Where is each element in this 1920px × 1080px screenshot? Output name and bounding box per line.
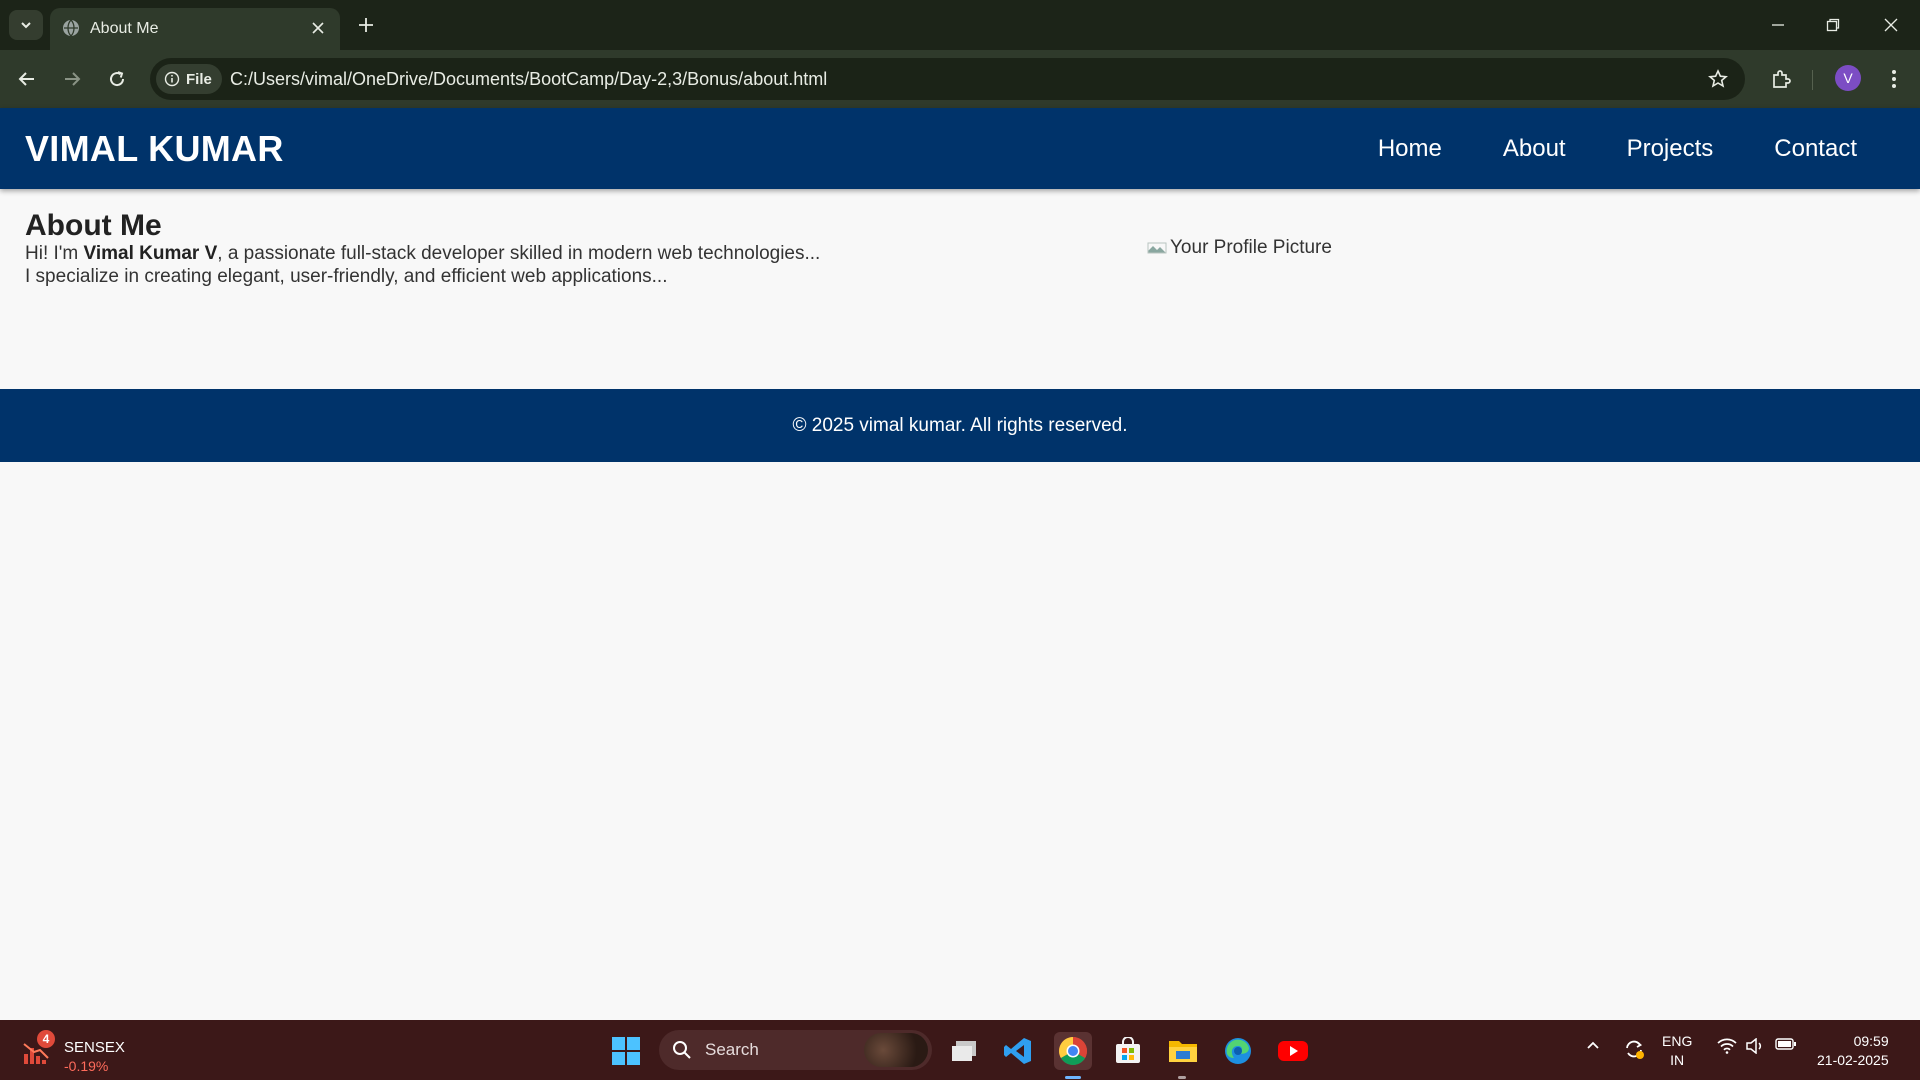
info-icon <box>164 71 180 87</box>
new-tab-button[interactable] <box>354 13 378 37</box>
volume-button[interactable] <box>1744 1038 1766 1054</box>
battery-button[interactable] <box>1774 1038 1798 1050</box>
globe-icon <box>63 19 79 37</box>
search-label: Search <box>705 1040 759 1059</box>
nav-link-about[interactable]: About <box>1503 135 1566 163</box>
tab-strip: About Me <box>0 0 1920 50</box>
close-tab-button[interactable] <box>308 18 328 38</box>
notification-badge: 4 <box>37 1030 55 1048</box>
widget-value: -0.19% <box>64 1058 109 1074</box>
forward-button[interactable] <box>57 64 87 94</box>
extensions-button[interactable] <box>1767 65 1795 93</box>
active-app-indicator <box>1065 1076 1081 1079</box>
about-heading: About Me <box>25 209 162 242</box>
plus-icon <box>359 18 373 32</box>
search-highlight-image <box>864 1033 928 1067</box>
chevron-down-icon <box>21 22 31 29</box>
about-specialty: I specialize in creating elegant, user-f… <box>25 266 668 287</box>
minimize-icon <box>1772 24 1784 26</box>
browser-menu-button[interactable] <box>1880 65 1908 93</box>
active-tab[interactable]: About Me <box>50 8 340 50</box>
taskbar: 4 SENSEX -0.19% Search ENG IN 09:59 21-0… <box>0 1020 1920 1080</box>
youtube-app[interactable] <box>1274 1032 1312 1070</box>
youtube-icon <box>1278 1041 1308 1061</box>
broken-image-icon <box>1147 242 1167 254</box>
widget-title: SENSEX <box>64 1039 125 1056</box>
edge-icon <box>1225 1038 1251 1064</box>
store-icon <box>1116 1037 1140 1063</box>
main-nav: Home About Projects Contact <box>1378 108 1920 189</box>
wifi-icon <box>1717 1038 1737 1054</box>
task-view-icon <box>952 1041 976 1061</box>
sync-status-button[interactable] <box>1620 1038 1648 1060</box>
stock-widget[interactable]: 4 SENSEX -0.19% <box>22 1030 162 1074</box>
edge-app[interactable] <box>1219 1032 1257 1070</box>
star-icon <box>1708 69 1728 88</box>
toolbar-divider <box>1812 70 1813 90</box>
taskbar-search[interactable]: Search <box>659 1030 932 1070</box>
puzzle-icon <box>1773 70 1791 88</box>
chrome-icon <box>1059 1037 1087 1065</box>
bookmark-button[interactable] <box>1707 68 1729 90</box>
about-text: Hi! I'm Vimal Kumar V, a passionate full… <box>25 242 820 288</box>
url-text[interactable]: C:/Users/vimal/OneDrive/Documents/BootCa… <box>230 69 827 90</box>
speaker-icon <box>1746 1038 1762 1054</box>
site-footer: © 2025 vimal kumar. All rights reserved. <box>0 389 1920 462</box>
minimize-button[interactable] <box>1760 10 1796 40</box>
language-indicator[interactable]: ENG IN <box>1662 1032 1692 1070</box>
about-name: Vimal Kumar V <box>83 243 218 264</box>
site-brand: VIMAL KUMAR <box>25 128 284 169</box>
arrow-right-icon <box>65 72 81 86</box>
page-viewport: VIMAL KUMAR Home About Projects Contact … <box>0 108 1920 1020</box>
chrome-app[interactable] <box>1054 1032 1092 1070</box>
footer-copyright: © 2025 vimal kumar. All rights reserved. <box>792 414 1128 436</box>
close-icon <box>312 22 324 34</box>
sync-icon <box>1626 1040 1644 1059</box>
profile-avatar[interactable]: V <box>1835 65 1861 91</box>
nav-link-contact[interactable]: Contact <box>1774 135 1857 163</box>
address-bar[interactable]: File C:/Users/vimal/OneDrive/Documents/B… <box>150 58 1745 100</box>
restore-button[interactable] <box>1815 10 1851 40</box>
arrow-left-icon <box>18 72 34 86</box>
chevron-up-icon <box>1587 1041 1599 1049</box>
site-info-chip[interactable]: File <box>156 64 222 94</box>
store-app[interactable] <box>1109 1032 1147 1070</box>
language-primary: ENG <box>1662 1033 1693 1049</box>
system-clock[interactable]: 09:59 21-02-2025 <box>1817 1032 1889 1070</box>
folder-icon <box>1169 1041 1197 1062</box>
windows-start-icon[interactable] <box>611 1036 641 1066</box>
clock-date: 21-02-2025 <box>1817 1052 1889 1068</box>
clock-time: 09:59 <box>1853 1033 1889 1049</box>
reload-icon <box>110 71 125 87</box>
task-view-app[interactable] <box>945 1032 983 1070</box>
profile-picture: Your Profile Picture <box>1147 237 1332 259</box>
nav-link-projects[interactable]: Projects <box>1627 135 1714 163</box>
open-app-indicator <box>1178 1076 1186 1079</box>
about-intro-prefix: Hi! I'm <box>25 243 84 264</box>
language-secondary: IN <box>1670 1052 1685 1068</box>
back-button[interactable] <box>12 64 42 94</box>
battery-icon <box>1775 1038 1796 1050</box>
vscode-app[interactable] <box>999 1032 1037 1070</box>
show-hidden-icons-button[interactable] <box>1583 1038 1603 1052</box>
tab-search-button[interactable] <box>9 10 43 40</box>
close-window-button[interactable] <box>1873 10 1909 40</box>
tab-title: About Me <box>90 20 159 37</box>
close-icon <box>1884 18 1898 32</box>
site-header: VIMAL KUMAR Home About Projects Contact <box>0 108 1920 189</box>
vscode-icon <box>1004 1038 1031 1064</box>
reload-button[interactable] <box>102 64 132 94</box>
file-explorer-app[interactable] <box>1164 1032 1202 1070</box>
search-icon <box>673 1041 691 1059</box>
wifi-button[interactable] <box>1716 1038 1738 1054</box>
file-chip-label: File <box>186 70 212 88</box>
profile-picture-alt: Your Profile Picture <box>1170 237 1332 258</box>
restore-icon <box>1826 18 1840 32</box>
more-vert-icon <box>1892 70 1896 88</box>
browser-toolbar: File C:/Users/vimal/OneDrive/Documents/B… <box>0 50 1920 108</box>
nav-link-home[interactable]: Home <box>1378 135 1442 163</box>
about-intro-suffix: , a passionate full-stack developer skil… <box>217 243 821 264</box>
